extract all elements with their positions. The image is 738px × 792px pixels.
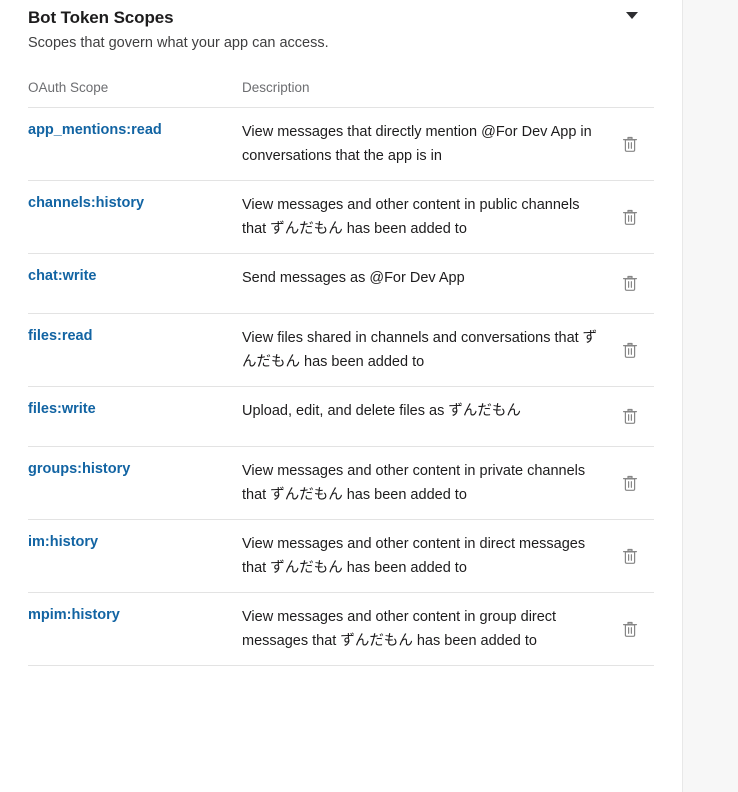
table-row: im:history View messages and other conten…: [28, 520, 654, 593]
scope-link[interactable]: app_mentions:read: [28, 120, 242, 140]
bot-token-scopes-panel: Bot Token Scopes Scopes that govern what…: [0, 0, 683, 792]
table-row: mpim:history View messages and other cont…: [28, 593, 654, 666]
trash-icon: [622, 136, 638, 153]
row-actions: [616, 473, 672, 493]
delete-scope-button[interactable]: [620, 340, 640, 360]
trash-icon: [622, 408, 638, 425]
scope-description: View messages and other content in priva…: [242, 463, 586, 503]
column-header-actions: [602, 79, 654, 97]
section-header: Bot Token Scopes Scopes that govern what…: [28, 0, 654, 53]
scope-description: View messages and other content in group…: [242, 609, 557, 649]
delete-scope-button[interactable]: [620, 407, 640, 427]
row-actions: [616, 340, 672, 360]
table-row: app_mentions:read View messages that dire…: [28, 108, 654, 181]
scope-description: Send messages as @For Dev App: [242, 270, 465, 286]
trash-icon: [622, 342, 638, 359]
scope-link[interactable]: groups:history: [28, 459, 242, 479]
row-actions: [616, 407, 672, 427]
scope-link[interactable]: files:read: [28, 326, 242, 346]
trash-icon: [622, 275, 638, 292]
scope-description: View messages and other content in publi…: [242, 197, 580, 237]
scope-description: View messages and other content in direc…: [242, 536, 586, 576]
column-header-description: Description: [242, 80, 310, 95]
scope-link[interactable]: files:write: [28, 399, 242, 419]
trash-icon: [622, 475, 638, 492]
table-body: app_mentions:read View messages that dire…: [28, 108, 654, 666]
table-header-row: OAuth Scope Description: [28, 79, 654, 108]
table-row: files:read View files shared in channels …: [28, 314, 654, 387]
row-actions: [616, 619, 672, 639]
delete-scope-button[interactable]: [620, 134, 640, 154]
scope-description: View messages that directly mention @For…: [242, 124, 592, 164]
scope-description: Upload, edit, and delete files as ずんだもん: [242, 403, 521, 419]
table-row: groups:history View messages and other co…: [28, 447, 654, 520]
section-subtitle: Scopes that govern what your app can acc…: [28, 35, 329, 51]
trash-icon: [622, 548, 638, 565]
row-actions: [616, 546, 672, 566]
delete-scope-button[interactable]: [620, 274, 640, 294]
delete-scope-button[interactable]: [620, 619, 640, 639]
delete-scope-button[interactable]: [620, 473, 640, 493]
chevron-down-icon: [626, 11, 638, 19]
table-row: channels:history View messages and other …: [28, 181, 654, 254]
scope-link[interactable]: channels:history: [28, 193, 242, 213]
collapse-section-button[interactable]: [623, 6, 641, 24]
delete-scope-button[interactable]: [620, 207, 640, 227]
delete-scope-button[interactable]: [620, 546, 640, 566]
column-header-oauth-scope: OAuth Scope: [28, 80, 109, 95]
scope-link[interactable]: mpim:history: [28, 605, 242, 625]
scope-description: View files shared in channels and conver…: [242, 330, 598, 370]
trash-icon: [622, 209, 638, 226]
table-row: files:write Upload, edit, and delete file…: [28, 387, 654, 447]
scopes-table: OAuth Scope Description app_mentions:rea…: [28, 79, 654, 666]
scope-link[interactable]: chat:write: [28, 266, 242, 286]
row-actions: [616, 134, 672, 154]
table-row: chat:write Send messages as @For Dev App: [28, 254, 654, 314]
page-title: Bot Token Scopes: [28, 8, 174, 27]
row-actions: [616, 274, 672, 294]
scope-link[interactable]: im:history: [28, 532, 242, 552]
trash-icon: [622, 621, 638, 638]
row-actions: [616, 207, 672, 227]
